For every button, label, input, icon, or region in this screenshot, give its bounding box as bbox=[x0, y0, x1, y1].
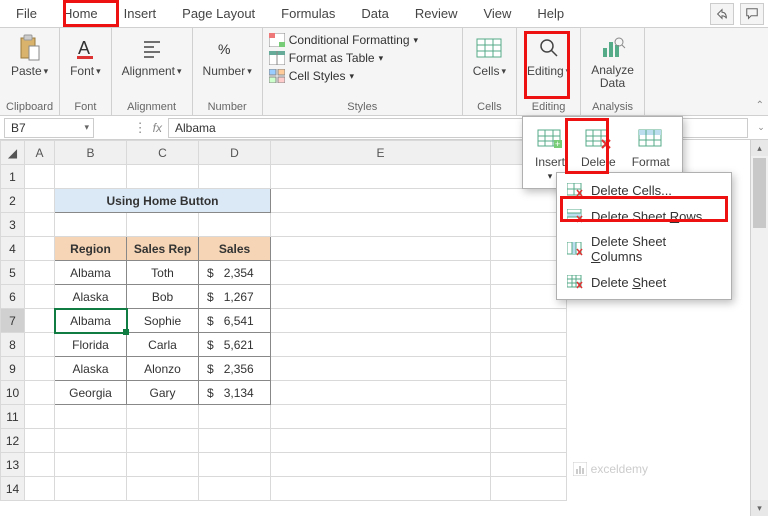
scroll-down-icon[interactable]: ▾ bbox=[751, 500, 768, 516]
cs-icon bbox=[269, 69, 285, 83]
tab-review[interactable]: Review bbox=[403, 2, 470, 25]
delete-sheet-columns-item[interactable]: Delete Sheet Columns bbox=[557, 229, 731, 269]
format-as-table-button[interactable]: Format as Table▾ bbox=[269, 50, 383, 66]
table-row: 5 Albama Toth $ 2,354 bbox=[1, 261, 567, 285]
delete-cells-item[interactable]: Delete Cells... bbox=[557, 177, 731, 203]
group-editing: Editing▾ Editing bbox=[517, 28, 581, 115]
delete-sheet-item[interactable]: Delete Sheet bbox=[557, 269, 731, 295]
group-font: A Font▾ Font bbox=[60, 28, 112, 115]
grid-table[interactable]: ◢ A B C D E F 1 2 Using Home Button 3 4 … bbox=[0, 140, 567, 501]
fx-area: ⋮fx bbox=[98, 120, 168, 136]
watermark-icon bbox=[573, 462, 587, 476]
fat-icon bbox=[269, 51, 285, 65]
paste-button[interactable]: Paste▾ bbox=[7, 32, 52, 80]
delete-icon bbox=[584, 125, 612, 153]
row-header[interactable]: 1 bbox=[1, 165, 25, 189]
delete-submenu: Delete Cells... Delete Sheet Rows Delete… bbox=[556, 172, 732, 300]
cells-button[interactable]: Cells▾ bbox=[469, 32, 510, 80]
number-button[interactable]: % Number▾ bbox=[199, 32, 256, 80]
number-icon: % bbox=[213, 34, 241, 62]
editing-button[interactable]: Editing▾ bbox=[523, 32, 574, 80]
paste-icon bbox=[16, 34, 44, 62]
cells-icon bbox=[475, 34, 503, 62]
select-all-corner[interactable]: ◢ bbox=[1, 141, 25, 165]
table-row: 9 Alaska Alonzo $ 2,356 bbox=[1, 357, 567, 381]
row-header[interactable]: 2 bbox=[1, 189, 25, 213]
row-header[interactable]: 4 bbox=[1, 237, 25, 261]
table-row: 7 Albama Sophie $ 6,541 bbox=[1, 309, 567, 333]
name-box[interactable]: B7 bbox=[4, 118, 94, 138]
ribbon-tabs: File Home Insert Page Layout Formulas Da… bbox=[0, 0, 768, 28]
vertical-scrollbar[interactable]: ▴ ▾ bbox=[750, 140, 768, 516]
formula-expand-icon[interactable]: ⌄ bbox=[754, 122, 768, 133]
table-row: 10 Georgia Gary $ 3,134 bbox=[1, 381, 567, 405]
cf-icon bbox=[269, 33, 285, 47]
alignment-icon bbox=[138, 34, 166, 62]
conditional-formatting-button[interactable]: Conditional Formatting▾ bbox=[269, 32, 418, 48]
group-clipboard: Paste▾ Clipboard bbox=[0, 28, 60, 115]
table-header[interactable]: Region bbox=[55, 237, 127, 261]
ribbon-body: Paste▾ Clipboard A Font▾ Font Alignment▾… bbox=[0, 28, 768, 116]
delete-rows-icon bbox=[567, 208, 583, 224]
scroll-thumb[interactable] bbox=[753, 158, 766, 228]
tab-formulas[interactable]: Formulas bbox=[269, 2, 347, 25]
col-header-d[interactable]: D bbox=[199, 141, 271, 165]
delete-sheet-icon bbox=[567, 274, 583, 290]
svg-text:A: A bbox=[78, 38, 90, 58]
title-cell[interactable]: Using Home Button bbox=[55, 189, 271, 213]
group-number: % Number▾ Number bbox=[193, 28, 263, 115]
paste-label: Paste bbox=[11, 64, 42, 78]
search-icon bbox=[535, 34, 563, 62]
group-styles: Conditional Formatting▾ Format as Table▾… bbox=[263, 28, 463, 115]
delete-cols-icon bbox=[567, 241, 583, 257]
cell-styles-button[interactable]: Cell Styles▾ bbox=[269, 68, 354, 84]
ribbon-collapse-icon[interactable]: ⌃ bbox=[756, 100, 764, 111]
tab-page-layout[interactable]: Page Layout bbox=[170, 2, 267, 25]
table-header[interactable]: Sales bbox=[199, 237, 271, 261]
scroll-up-icon[interactable]: ▴ bbox=[751, 140, 768, 156]
font-button[interactable]: A Font▾ bbox=[66, 32, 105, 80]
col-header-b[interactable]: B bbox=[55, 141, 127, 165]
tab-data[interactable]: Data bbox=[349, 2, 400, 25]
svg-text:+: + bbox=[555, 139, 560, 149]
comments-button[interactable] bbox=[740, 3, 764, 25]
analyze-label: AnalyzeData bbox=[591, 64, 634, 90]
table-row: 8 Florida Carla $ 5,621 bbox=[1, 333, 567, 357]
group-analysis: AnalyzeData Analysis bbox=[581, 28, 645, 115]
font-icon: A bbox=[71, 34, 99, 62]
alignment-button[interactable]: Alignment▾ bbox=[118, 32, 186, 80]
insert-icon: + bbox=[536, 125, 564, 153]
format-icon bbox=[637, 125, 665, 153]
col-header-a[interactable]: A bbox=[25, 141, 55, 165]
group-alignment: Alignment▾ Alignment bbox=[112, 28, 193, 115]
watermark: exceldemy bbox=[573, 462, 648, 476]
delete-sheet-rows-item[interactable]: Delete Sheet Rows bbox=[557, 203, 731, 229]
analyze-data-button[interactable]: AnalyzeData bbox=[587, 32, 638, 92]
row-header[interactable]: 3 bbox=[1, 213, 25, 237]
group-cells: Cells▾ Cells bbox=[463, 28, 517, 115]
chart-icon bbox=[599, 34, 627, 62]
svg-text:%: % bbox=[218, 41, 230, 57]
share-button[interactable] bbox=[710, 3, 734, 25]
table-header[interactable]: Sales Rep bbox=[127, 237, 199, 261]
tab-home[interactable]: Home bbox=[51, 2, 110, 25]
delete-cells-icon bbox=[567, 182, 583, 198]
table-row: 6 Alaska Bob $ 1,267 bbox=[1, 285, 567, 309]
tab-help[interactable]: Help bbox=[525, 2, 576, 25]
clipboard-label: Clipboard bbox=[6, 101, 53, 113]
tab-view[interactable]: View bbox=[471, 2, 523, 25]
tab-file[interactable]: File bbox=[4, 2, 49, 25]
fx-icon[interactable]: fx bbox=[153, 121, 162, 135]
selected-cell[interactable]: Albama bbox=[55, 309, 127, 333]
tab-insert[interactable]: Insert bbox=[112, 2, 169, 25]
col-header-c[interactable]: C bbox=[127, 141, 199, 165]
col-header-e[interactable]: E bbox=[271, 141, 491, 165]
